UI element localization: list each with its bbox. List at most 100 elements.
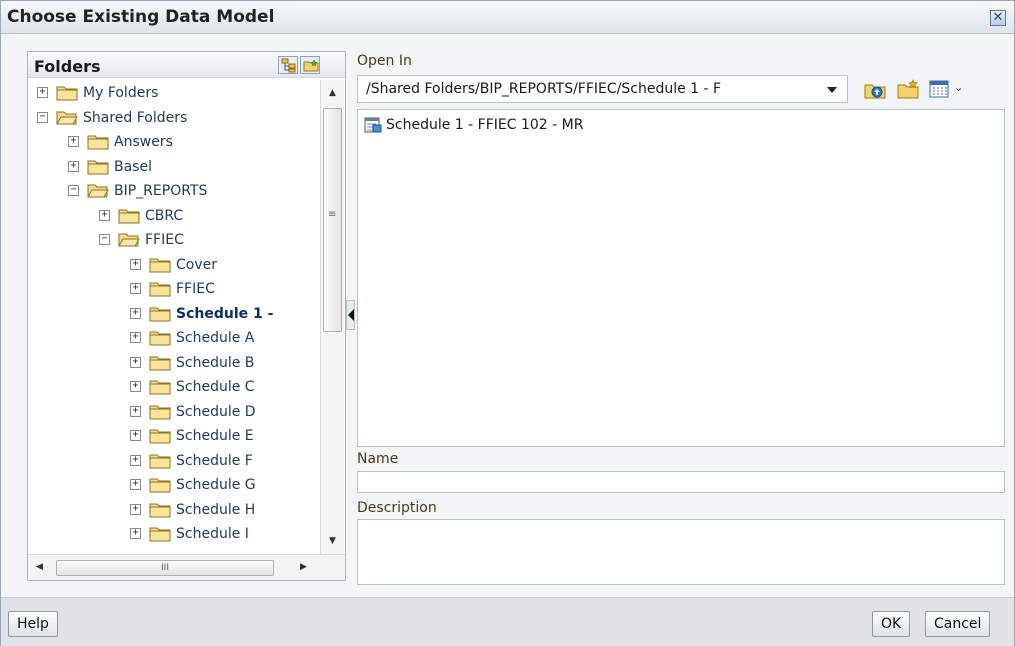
scroll-left-icon[interactable]: ◀ — [36, 562, 43, 572]
tree-node-label: Schedule B — [176, 354, 255, 371]
tree-node-label: CBRC — [145, 207, 184, 224]
collapse-toggle-icon[interactable]: − — [37, 111, 48, 123]
tree-node[interactable]: + Schedule H — [28, 499, 320, 521]
expand-toggle-icon[interactable]: + — [130, 258, 141, 270]
tree-node-label: Answers — [114, 134, 173, 150]
expand-toggle-icon[interactable]: + — [68, 160, 79, 172]
hscroll-thumb[interactable]: III — [56, 560, 274, 576]
folder-icon — [149, 356, 171, 370]
tree-node-label: Schedule C — [176, 379, 255, 395]
folders-title: Folders — [34, 57, 101, 76]
dialog-title: Choose Existing Data Model — [7, 7, 275, 27]
tree-node[interactable]: + Schedule C — [28, 376, 320, 398]
tree-node[interactable]: − BIP_REPORTS — [28, 180, 320, 202]
panel-splitter[interactable] — [346, 300, 355, 330]
tree-node-label: Schedule A — [176, 330, 255, 346]
scroll-thumb[interactable]: ≡ — [323, 108, 342, 332]
dialog-footer: Help OK Cancel — [1, 597, 1014, 646]
tree-node[interactable]: + Schedule D — [28, 401, 320, 423]
expand-toggle-icon[interactable]: + — [130, 503, 141, 515]
expand-toggle-icon[interactable]: + — [130, 332, 141, 343]
up-folder-icon[interactable] — [864, 79, 886, 99]
expand-toggle-icon[interactable]: + — [130, 430, 141, 441]
ok-button[interactable]: OK — [872, 611, 911, 637]
name-field[interactable] — [357, 471, 1005, 493]
folder-icon — [87, 160, 109, 174]
data-model-list: Schedule 1 - FFIEC 102 - MR — [357, 109, 1005, 447]
tree-node[interactable]: + Schedule B — [28, 352, 320, 374]
view-options-icon[interactable] — [929, 79, 951, 99]
expand-toggle-icon[interactable]: + — [99, 209, 110, 221]
tree-node-label: FFIEC — [145, 232, 184, 248]
expand-toggle-icon[interactable]: + — [37, 87, 48, 98]
open-in-label: Open In — [357, 53, 412, 69]
open-folder-icon — [118, 233, 140, 247]
dialog-titlebar: Choose Existing Data Model ✕ — [1, 1, 1014, 34]
tree-node-label: Cover — [176, 256, 217, 273]
folder-icon — [149, 331, 171, 346]
tree-node-label: Schedule I — [176, 526, 249, 542]
tree-view-icon[interactable] — [278, 56, 298, 74]
folders-header: Folders — [28, 52, 345, 78]
tree-node-label: Schedule F — [176, 452, 253, 469]
expand-toggle-icon[interactable]: + — [130, 479, 141, 490]
tree-horizontal-scrollbar[interactable]: ◀ III ▶ — [28, 554, 345, 580]
folder-tree: + My Folders − Shared Folders + Answers + Basel… — [28, 80, 320, 554]
expand-toggle-icon[interactable]: + — [130, 528, 141, 539]
new-folder-icon[interactable] — [897, 79, 919, 99]
close-button[interactable]: ✕ — [990, 10, 1006, 26]
tree-node[interactable]: + Schedule F — [28, 450, 320, 472]
favorites-folder-icon[interactable] — [300, 56, 320, 74]
tree-node[interactable]: − Shared Folders — [28, 107, 320, 129]
folder-icon — [149, 380, 171, 395]
scroll-down-icon[interactable]: ▼ — [329, 536, 336, 546]
scroll-up-icon[interactable]: ▲ — [329, 88, 336, 98]
tree-node[interactable]: + Schedule E — [28, 425, 320, 447]
tree-vertical-scrollbar[interactable]: ▲ ≡ ▼ — [320, 80, 344, 554]
tree-node[interactable]: + Cover — [28, 254, 320, 276]
folder-icon — [149, 258, 171, 272]
open-folder-icon — [56, 111, 78, 124]
tree-node[interactable]: + Basel — [28, 156, 320, 178]
tree-node-label: Basel — [114, 158, 152, 175]
choose-data-model-dialog: Choose Existing Data Model ✕ Folders + My… — [0, 0, 1015, 646]
scroll-right-icon[interactable]: ▶ — [300, 562, 307, 572]
expand-toggle-icon[interactable]: + — [130, 454, 141, 466]
tree-node[interactable]: + My Folders — [28, 82, 320, 104]
tree-node[interactable]: + Schedule 1 - — [28, 303, 320, 325]
open-folder-icon — [87, 184, 109, 198]
folder-icon — [149, 429, 171, 444]
expand-toggle-icon[interactable]: + — [130, 356, 141, 368]
folder-icon — [87, 135, 109, 150]
folder-icon — [149, 527, 171, 542]
name-label: Name — [357, 451, 399, 467]
chevron-down-icon[interactable] — [827, 87, 837, 93]
collapse-toggle-icon[interactable]: − — [99, 234, 110, 245]
collapse-arrow-icon[interactable] — [348, 309, 354, 321]
tree-node[interactable]: + FFIEC — [28, 278, 320, 300]
view-options-chevron-icon[interactable]: ⌄ — [954, 81, 963, 94]
expand-toggle-icon[interactable]: + — [68, 136, 79, 147]
folder-icon — [118, 209, 140, 223]
tree-node[interactable]: + Schedule G — [28, 474, 320, 496]
description-field[interactable] — [357, 519, 1005, 585]
expand-toggle-icon[interactable]: + — [130, 283, 141, 294]
tree-node[interactable]: + Answers — [28, 131, 320, 153]
tree-node-label-selected: Schedule 1 - — [176, 305, 274, 322]
collapse-toggle-icon[interactable]: − — [68, 185, 79, 196]
expand-toggle-icon[interactable]: + — [130, 405, 141, 417]
tree-node-label: Schedule E — [176, 428, 254, 444]
cancel-button[interactable]: Cancel — [925, 611, 991, 637]
help-button[interactable]: Help — [8, 611, 58, 637]
tree-node[interactable]: − FFIEC — [28, 229, 320, 251]
expand-toggle-icon[interactable]: + — [130, 381, 141, 392]
open-in-path-select[interactable]: /Shared Folders/BIP_REPORTS/FFIEC/Schedu… — [357, 75, 848, 103]
tree-node[interactable]: + CBRC — [28, 205, 320, 227]
folder-icon — [149, 307, 171, 321]
folder-icon — [149, 454, 171, 468]
tree-node-label: Shared Folders — [83, 109, 188, 126]
tree-node-label: My Folders — [83, 85, 159, 101]
expand-toggle-icon[interactable]: + — [130, 307, 141, 319]
tree-node[interactable]: + Schedule A — [28, 327, 320, 349]
tree-node[interactable]: + Schedule I — [28, 523, 320, 545]
